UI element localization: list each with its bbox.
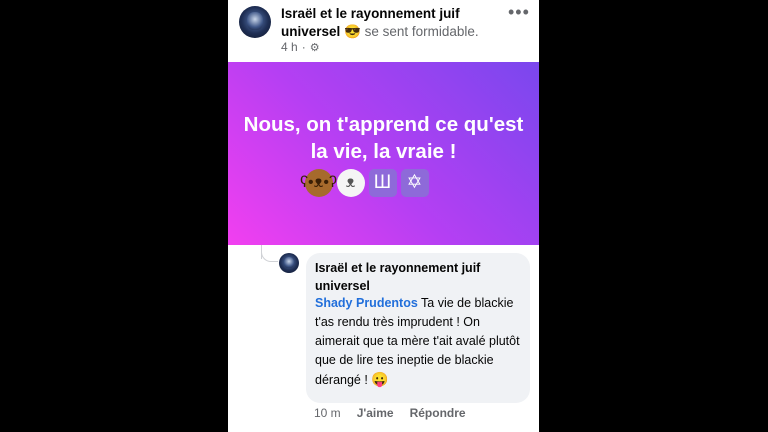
post-meta: 4 h · ⚙ [281,40,320,54]
comment-actions: 10 m J'aime Répondre [314,406,466,420]
comment-bubble: Israël et le rayonnement juif universel … [306,253,530,403]
post-header: Israël et le rayonnement juif universel … [228,0,539,62]
comment-body: Shady Prudentos Ta vie de blackie t'as r… [315,294,525,390]
banner-text: Nous, on t'apprend ce qu'est la vie, la … [243,112,524,163]
menorah-icon: Ш [368,168,397,197]
star-of-david-icon: ✡ [400,168,429,197]
polar-bear-icon: ᴥ [336,168,365,197]
thread-connector [261,249,278,262]
phone-screen: Israël et le rayonnement juif universel … [228,0,539,432]
mention-link[interactable]: Shady Prudentos [315,296,418,310]
comment-time: 10 m [314,406,341,420]
post-time[interactable]: 4 h [281,40,298,54]
reply-button[interactable]: Répondre [410,406,466,420]
more-options-icon[interactable]: ••• [508,2,530,23]
comment-author-avatar[interactable] [279,253,299,273]
bear-icon: ʕ•ᴥ•ʔ [300,168,337,197]
gear-icon: ⚙ [309,41,320,54]
post-author-line: Israël et le rayonnement juif universel … [281,5,496,41]
status-emoji: 😎 [344,24,361,39]
author-avatar[interactable] [239,6,271,38]
comment-author-name[interactable]: Israël et le rayonnement juif universel [315,259,520,295]
tongue-emoji-icon: 😛 [371,371,389,387]
status-text: se sent formidable. [364,24,479,39]
like-button[interactable]: J'aime [357,406,394,420]
flag-france-icon [433,169,463,191]
post-banner: Nous, on t'apprend ce qu'est la vie, la … [228,62,539,245]
banner-emoji-row: ʕ•ᴥ•ʔ ᴥ Ш ✡ [300,168,463,197]
